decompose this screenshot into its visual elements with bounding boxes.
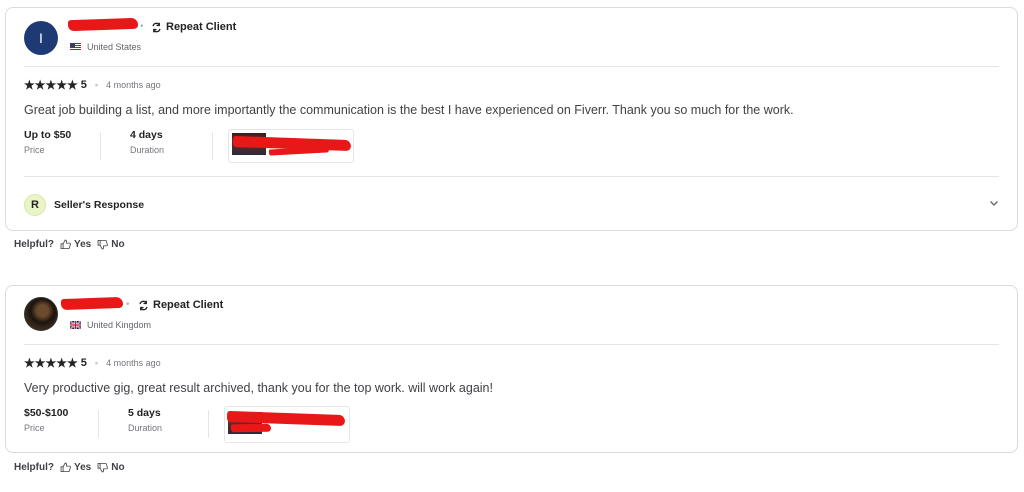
thumbs-up-icon — [60, 239, 71, 250]
rating-value: 5 — [80, 357, 87, 369]
country: United Kingdom — [70, 320, 151, 330]
seller-response-label: Seller's Response — [54, 199, 145, 211]
redacted-username — [60, 296, 124, 311]
rating: ★★★★★ 5 • 4 months ago — [24, 78, 161, 92]
country-name: United Kingdom — [87, 320, 152, 330]
rating-value: 5 — [80, 79, 87, 91]
price-value: Up to $50 — [24, 129, 72, 141]
review-text: Very productive gig, great result archiv… — [24, 381, 493, 395]
uk-flag-icon — [70, 321, 81, 329]
chevron-down-icon[interactable] — [989, 198, 999, 208]
divider — [24, 344, 999, 345]
price-label: Price — [24, 145, 45, 155]
duration-label: Duration — [130, 145, 165, 155]
review-card: • Repeat Client United Kingdom ★★★★★ 5 •… — [5, 285, 1018, 453]
review-time: 4 months ago — [106, 358, 161, 368]
helpful-yes-button[interactable]: Yes — [60, 462, 91, 473]
repeat-client-label: Repeat Client — [153, 299, 224, 311]
separator-dot: • — [140, 21, 144, 32]
repeat-client-badge: Repeat Client — [138, 299, 223, 311]
helpful-no-button[interactable]: No — [97, 462, 125, 473]
repeat-icon — [139, 300, 148, 310]
us-flag-icon — [70, 43, 81, 51]
repeat-client-label: Repeat Client — [166, 21, 237, 33]
divider — [24, 176, 999, 177]
yes-label: Yes — [74, 239, 92, 250]
no-label: No — [111, 239, 125, 250]
price-info: $50-$100 Price — [24, 407, 68, 433]
repeat-icon — [152, 22, 161, 32]
redaction-mark — [230, 423, 272, 433]
divider — [208, 410, 209, 438]
helpful-row: Helpful? Yes No — [14, 462, 125, 473]
helpful-yes-button[interactable]: Yes — [60, 239, 91, 250]
thumbs-up-icon — [60, 462, 71, 473]
avatar[interactable]: I — [24, 21, 58, 55]
thumbs-down-icon — [97, 239, 109, 250]
avatar-initial: I — [39, 30, 43, 46]
price-info: Up to $50 Price — [24, 129, 71, 155]
seller-response-toggle[interactable]: R Seller's Response — [24, 194, 144, 216]
review-text: Great job building a list, and more impo… — [24, 103, 794, 117]
separator-dot: • — [94, 358, 99, 368]
price-value: $50-$100 — [24, 407, 69, 419]
review-card: I • Repeat Client United States ★★★★★ 5 … — [5, 7, 1018, 231]
review-time: 4 months ago — [106, 80, 161, 90]
divider — [24, 66, 999, 67]
thumbs-down-icon — [97, 462, 109, 473]
seller-avatar: R — [24, 194, 46, 216]
duration-value: 4 days — [130, 129, 163, 141]
country-name: United States — [87, 42, 142, 52]
duration-info: 5 days Duration — [128, 407, 162, 433]
star-rating-icon: ★★★★★ — [24, 78, 78, 92]
duration-value: 5 days — [128, 407, 161, 419]
deliverable-thumbnail[interactable] — [224, 406, 350, 443]
helpful-label: Helpful? — [14, 239, 54, 250]
avatar[interactable] — [24, 297, 58, 331]
helpful-label: Helpful? — [14, 462, 54, 473]
price-label: Price — [24, 423, 45, 433]
no-label: No — [111, 462, 125, 473]
separator-dot: • — [126, 299, 130, 310]
redacted-username — [67, 17, 139, 32]
separator-dot: • — [94, 80, 99, 90]
rating: ★★★★★ 5 • 4 months ago — [24, 356, 161, 370]
divider — [212, 132, 213, 160]
yes-label: Yes — [74, 462, 92, 473]
deliverable-thumbnail[interactable] — [228, 129, 354, 163]
duration-info: 4 days Duration — [130, 129, 164, 155]
helpful-row: Helpful? Yes No — [14, 239, 125, 250]
country: United States — [70, 42, 141, 52]
repeat-client-badge: Repeat Client — [151, 21, 236, 33]
divider — [98, 410, 99, 438]
duration-label: Duration — [128, 423, 163, 433]
star-rating-icon: ★★★★★ — [24, 356, 78, 370]
divider — [100, 132, 101, 160]
helpful-no-button[interactable]: No — [97, 239, 125, 250]
